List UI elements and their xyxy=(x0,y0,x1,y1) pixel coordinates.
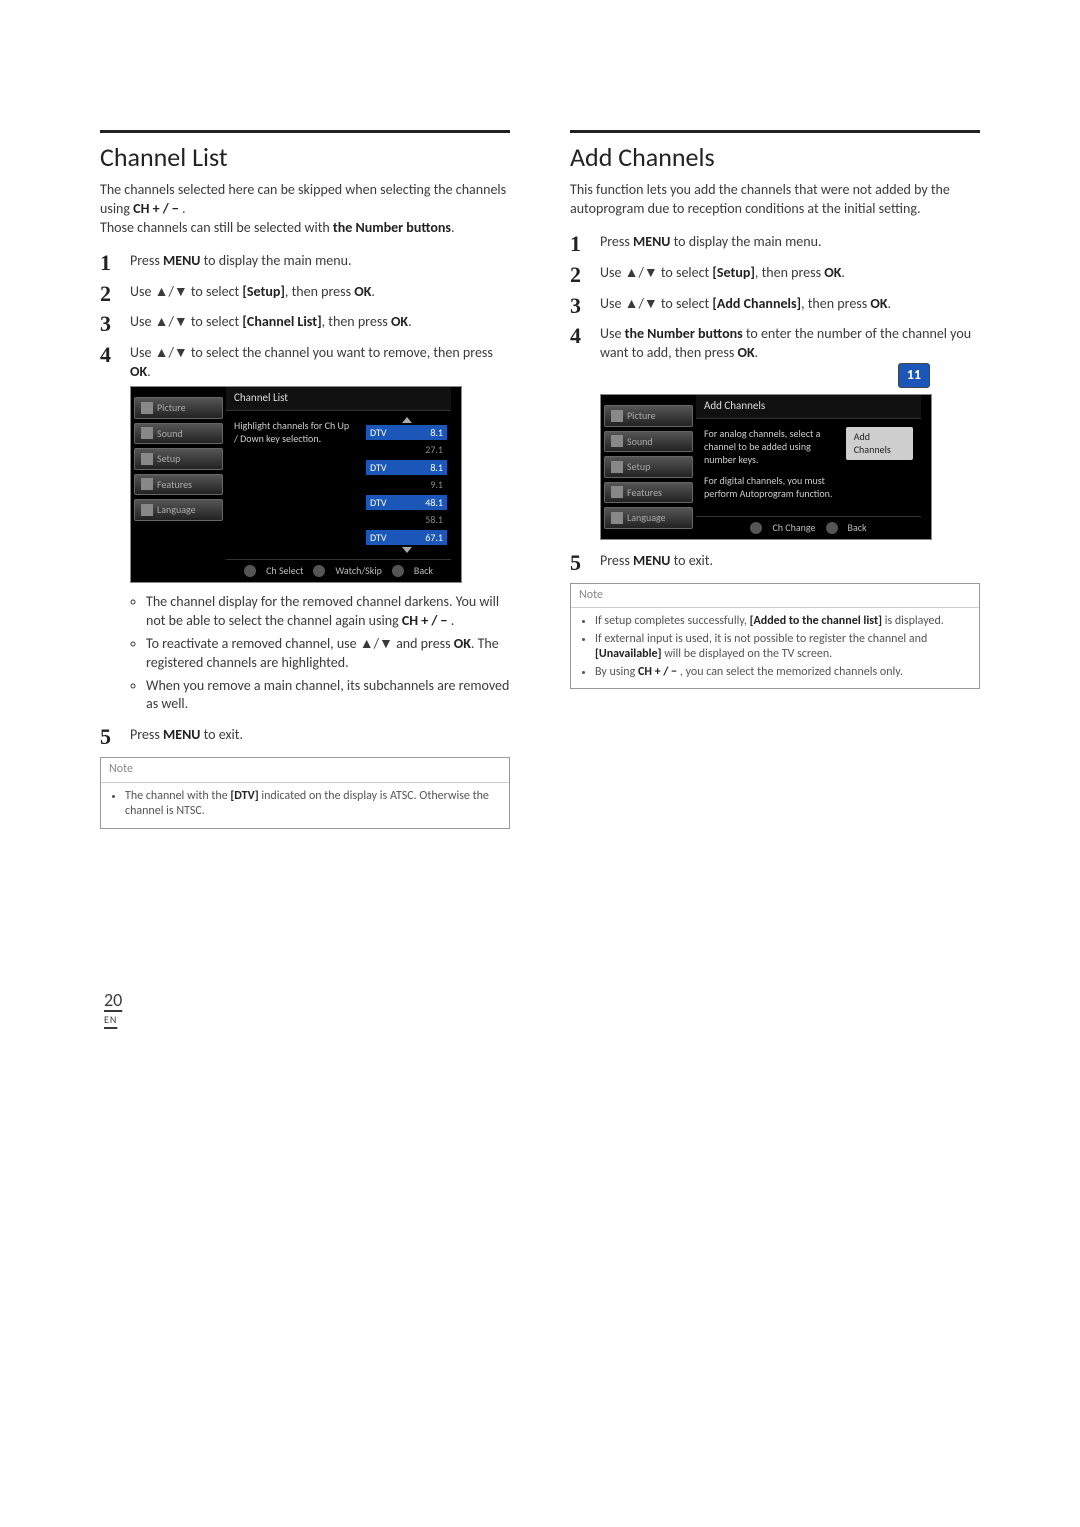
setup-icon xyxy=(141,453,153,465)
step-item: Press MENU to display the main menu. xyxy=(100,252,510,271)
language-icon xyxy=(611,512,623,524)
step-item: Use ▲/▼ to select [Channel List], then p… xyxy=(100,313,510,332)
sidebar-item-language: Language xyxy=(604,507,693,529)
note-box: Note The channel with the [DTV] indicate… xyxy=(100,757,510,829)
sidebar-item-language: Language xyxy=(134,499,223,521)
intro-text: This function lets you add the channels … xyxy=(570,181,980,219)
step-item: Use ▲/▼ to select [Setup], then press OK… xyxy=(570,264,980,283)
back-icon xyxy=(826,522,838,534)
back-icon xyxy=(392,565,404,577)
osd-sidebar: Picture Sound Setup Features Language xyxy=(601,395,696,539)
note-item: If external input is used, it is not pos… xyxy=(595,632,969,663)
sound-icon xyxy=(611,435,623,447)
panel-footer: Ch Select Watch/Skip Back xyxy=(226,559,451,582)
step-item: Use ▲/▼ to select [Setup], then press OK… xyxy=(100,283,510,302)
step-item: Press MENU to exit. xyxy=(100,726,510,745)
step-item: Press MENU to display the main menu. xyxy=(570,233,980,252)
channel-row: DTV48.1 xyxy=(366,495,447,511)
sidebar-item-setup: Setup xyxy=(604,456,693,478)
note-item: The channel with the [DTV] indicated on … xyxy=(125,789,499,820)
note-box: Note If setup completes successfully, [A… xyxy=(570,583,980,690)
channel-row: DTV67.1 xyxy=(366,530,447,546)
step-item: Use ▲/▼ to select the channel you want t… xyxy=(100,344,510,714)
sidebar-item-features: Features xyxy=(134,474,223,496)
note-item: If setup completes successfully, [Added … xyxy=(595,614,969,630)
right-column: Add Channels This function lets you add … xyxy=(570,130,980,1026)
keypad-icon xyxy=(750,522,762,534)
page-number: 20 EN xyxy=(100,989,510,1026)
channel-row: 27.1 xyxy=(366,442,447,458)
section-title: Add Channels xyxy=(570,141,980,173)
note-heading: Note xyxy=(101,758,509,783)
note-heading: Note xyxy=(571,584,979,609)
sidebar-item-picture: Picture xyxy=(604,405,693,427)
bullet-item: The channel display for the removed chan… xyxy=(146,593,510,631)
picture-icon xyxy=(141,402,153,414)
scroll-up-icon xyxy=(402,417,412,423)
channel-row: DTV8.1 xyxy=(366,425,447,441)
panel-hint: Highlight channels for Ch Up / Down key … xyxy=(226,411,362,560)
panel-footer: Ch Change Back xyxy=(696,516,921,539)
steps-list: Press MENU to display the main menu. Use… xyxy=(570,233,980,571)
step-item: Use the Number buttons to enter the numb… xyxy=(570,325,980,539)
picture-icon xyxy=(611,410,623,422)
scroll-down-icon xyxy=(402,547,412,553)
steps-list: Press MENU to display the main menu. Use… xyxy=(100,252,510,746)
sound-icon xyxy=(141,427,153,439)
panel-title: Add Channels xyxy=(696,395,921,419)
sidebar-item-features: Features xyxy=(604,482,693,504)
osd-sidebar: Picture Sound Setup Features Language xyxy=(131,387,226,531)
sidebar-item-sound: Sound xyxy=(604,431,693,453)
setup-icon xyxy=(611,461,623,473)
bullet-item: To reactivate a removed channel, use ▲/▼… xyxy=(146,635,510,673)
sub-bullets: The channel display for the removed chan… xyxy=(130,593,510,714)
features-icon xyxy=(141,478,153,490)
intro-text: The channels selected here can be skippe… xyxy=(100,181,510,238)
section-title: Channel List xyxy=(100,141,510,173)
language-icon xyxy=(141,504,153,516)
panel-title: Channel List xyxy=(226,387,451,411)
sidebar-item-sound: Sound xyxy=(134,423,223,445)
channel-row: 9.1 xyxy=(366,477,447,493)
section-rule xyxy=(100,130,510,133)
osd-panel: Channel List Highlight channels for Ch U… xyxy=(226,387,451,582)
add-channels-button: Add Channels xyxy=(846,427,913,460)
ok-icon xyxy=(313,565,325,577)
sidebar-item-picture: Picture xyxy=(134,397,223,419)
osd-panel: Add Channels For analog channels, select… xyxy=(696,395,921,538)
sidebar-item-setup: Setup xyxy=(134,448,223,470)
bullet-item: When you remove a main channel, its subc… xyxy=(146,677,510,715)
step-item: Press MENU to exit. xyxy=(570,552,980,571)
panel-hint: For analog channels, select a channel to… xyxy=(704,427,838,508)
page-lang: EN xyxy=(104,1013,510,1026)
add-channels-screenshot: Picture Sound Setup Features Language Ad… xyxy=(600,394,932,540)
left-column: Channel List The channels selected here … xyxy=(100,130,510,1026)
step-item: Use ▲/▼ to select [Add Channels], then p… xyxy=(570,295,980,314)
channel-list-screenshot: Picture Sound Setup Features Language Ch… xyxy=(130,386,462,583)
features-icon xyxy=(611,486,623,498)
entered-channel-number: 11 xyxy=(898,363,930,388)
note-item: By using CH + / − , you can select the m… xyxy=(595,665,969,681)
channel-row: DTV8.1 xyxy=(366,460,447,476)
section-rule xyxy=(570,130,980,133)
channel-entry-display: 11 xyxy=(600,363,930,388)
channel-column: DTV8.1 27.1 DTV8.1 9.1 DTV48.1 58.1 DTV6… xyxy=(362,411,451,560)
nav-icon xyxy=(244,565,256,577)
channel-row: 58.1 xyxy=(366,512,447,528)
